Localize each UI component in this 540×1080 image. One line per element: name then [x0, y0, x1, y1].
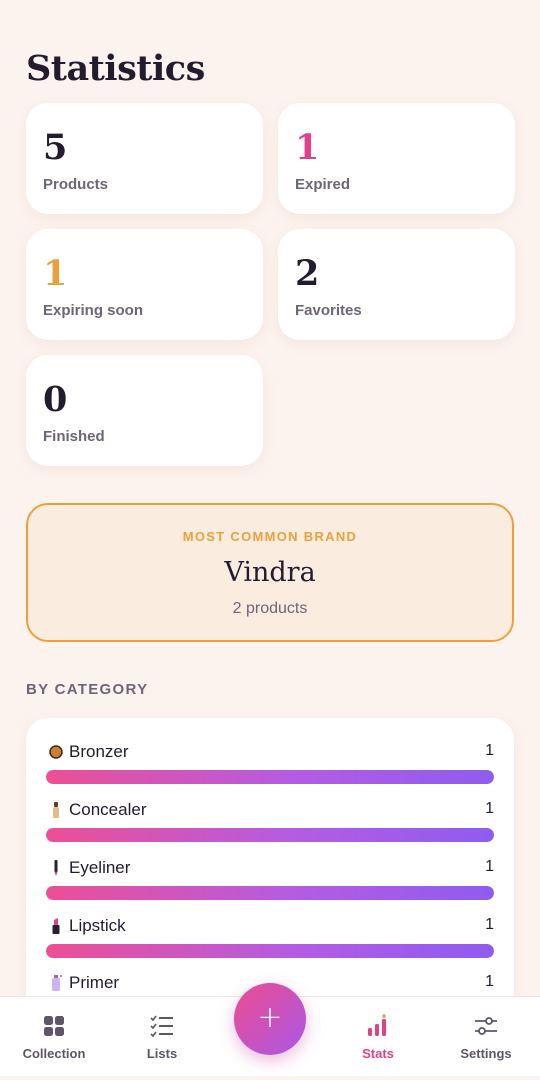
nav-item-settings[interactable]: Settings: [432, 997, 540, 1077]
nav-label: Lists: [146, 1046, 178, 1061]
category-bar: [46, 886, 494, 900]
add-product-button[interactable]: +: [234, 983, 306, 1055]
category-row-eyeliner[interactable]: Eyeliner 1: [46, 856, 494, 906]
stat-label: Expiring soon: [43, 302, 144, 319]
category-bar: [46, 828, 494, 842]
concealer-icon: [53, 802, 59, 818]
brand-product-count: 2 products: [232, 600, 308, 617]
bronzer-icon: [49, 745, 63, 759]
category-name: Concealer: [69, 800, 147, 819]
category-row-lipstick[interactable]: Lipstick 1: [46, 914, 494, 964]
brand-name: Vindra: [224, 557, 316, 588]
nav-label: Settings: [460, 1046, 512, 1061]
lipstick-icon: [52, 918, 60, 934]
stat-label: Finished: [43, 428, 105, 445]
category-row-concealer[interactable]: Concealer 1: [46, 798, 494, 848]
category-row-bronzer[interactable]: Bronzer 1: [46, 740, 494, 790]
bar-chart-icon: [368, 1014, 386, 1036]
stat-value: 2: [295, 253, 320, 294]
checklist-icon: [150, 1015, 173, 1038]
stat-card-finished[interactable]: 0 Finished: [26, 355, 263, 466]
stat-card-expiring-soon[interactable]: 1 Expiring soon: [26, 229, 263, 340]
section-title-by-category: BY CATEGORY: [26, 681, 149, 698]
primer-icon: [52, 975, 62, 991]
bottom-edge: [0, 1076, 540, 1080]
stat-value: 1: [295, 127, 320, 168]
grid-icon: [44, 1016, 64, 1036]
stat-value: 0: [43, 379, 68, 420]
category-count: 1: [485, 916, 494, 933]
stat-card-favorites[interactable]: 2 Favorites: [278, 229, 515, 340]
category-count: 1: [485, 800, 494, 817]
stat-value: 1: [43, 253, 68, 294]
nav-item-lists[interactable]: Lists: [108, 997, 216, 1077]
category-bar: [46, 944, 494, 958]
brand-kicker: MOST COMMON BRAND: [182, 529, 358, 544]
category-bar: [46, 770, 494, 784]
category-name: Eyeliner: [69, 858, 131, 877]
stat-card-products[interactable]: 5 Products: [26, 103, 263, 214]
nav-item-stats[interactable]: Stats: [324, 997, 432, 1077]
category-bar-fill: [46, 886, 494, 900]
category-name: Primer: [69, 973, 120, 992]
category-count: 1: [485, 742, 494, 759]
nav-item-collection[interactable]: Collection: [0, 997, 108, 1077]
category-bar-fill: [46, 770, 494, 784]
stat-label: Products: [43, 176, 109, 193]
page-title: Statistics: [26, 48, 205, 89]
stat-label: Favorites: [295, 302, 362, 319]
nav-label: Stats: [362, 1046, 394, 1061]
category-bar-fill: [46, 828, 494, 842]
category-name: Lipstick: [69, 916, 126, 935]
sliders-icon: [475, 1017, 497, 1035]
stat-card-expired[interactable]: 1 Expired: [278, 103, 515, 214]
eyeliner-icon: [54, 860, 58, 876]
category-count: 1: [485, 858, 494, 875]
nav-label: Collection: [22, 1046, 86, 1061]
most-common-brand-card: MOST COMMON BRAND Vindra 2 products: [26, 503, 514, 642]
category-bar-fill: [46, 944, 494, 958]
category-count: 1: [485, 973, 494, 990]
stat-label: Expired: [295, 176, 351, 193]
stat-value: 5: [43, 127, 68, 168]
category-name: Bronzer: [69, 742, 129, 761]
